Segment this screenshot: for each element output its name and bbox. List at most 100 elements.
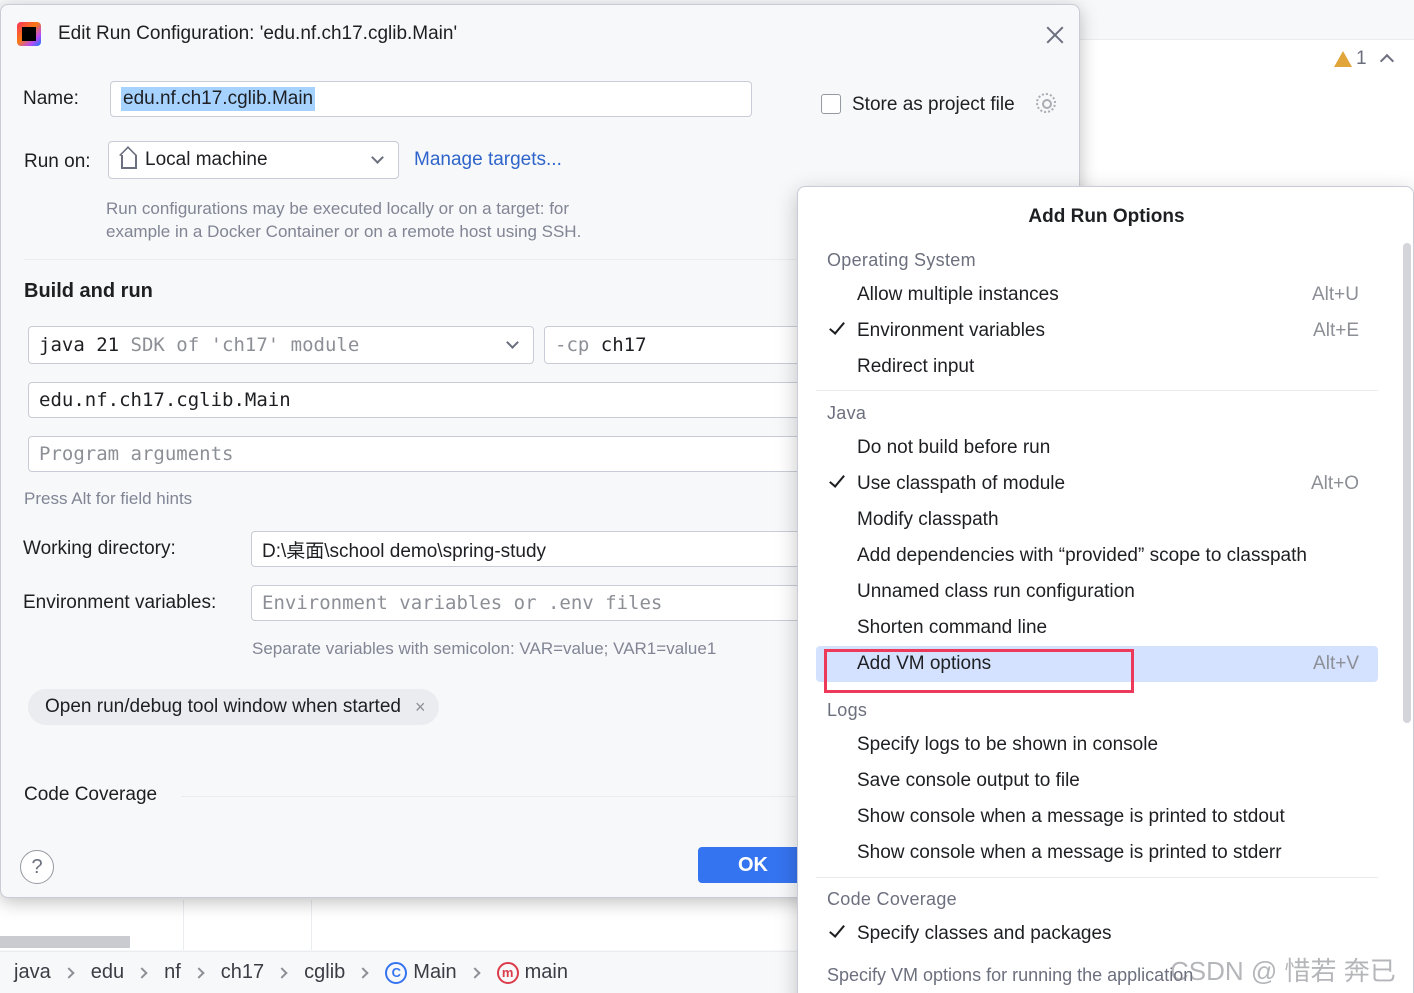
manage-targets-link[interactable]: Manage targets... [414,149,562,171]
run-on-value: Local machine [145,149,268,170]
working-directory-value: D:\桌面\school demo\spring-study [262,540,547,562]
option-shortcut: Alt+E [1313,320,1359,341]
jdk-select[interactable]: java 21 SDK of 'ch17' module [28,326,534,364]
breadcrumb-label: Main [413,961,457,983]
option-unnamed-class[interactable]: Unnamed class run configuration [816,574,1378,610]
chevron-right-icon [357,966,369,979]
jdk-value: java 21 [39,334,120,356]
name-label: Name: [23,88,79,109]
checkmark-icon [828,922,846,940]
run-on-hint-line1: Run configurations may be executed local… [106,199,570,218]
dialog-title-bar: Edit Run Configuration: 'edu.nf.ch17.cgl… [1,5,1079,63]
option-label: Do not build before run [857,437,1051,458]
watermark-text: CSDN @ 惜若 奔已 [1170,956,1396,986]
chevron-right-icon [193,966,205,979]
divider [816,877,1378,878]
option-allow-multiple-instances[interactable]: Allow multiple instances Alt+U [816,277,1378,313]
environment-variables-input[interactable]: Environment variables or .env files [251,585,851,621]
horizontal-scrollbar[interactable] [0,936,130,948]
divider [183,900,184,950]
option-do-not-build[interactable]: Do not build before run [816,430,1378,466]
breadcrumb-cglib[interactable]: cglib [304,961,345,984]
group-operating-system: Operating System [827,250,976,270]
breadcrumb-ch17[interactable]: ch17 [221,961,264,984]
add-run-options-popup: Add Run Options Operating System Allow m… [797,186,1414,993]
field-hints: Press Alt for field hints [24,489,193,508]
chevron-right-icon [276,966,288,979]
option-use-classpath-of-module[interactable]: Use classpath of module Alt+O [816,466,1378,502]
option-redirect-input[interactable]: Redirect input [816,349,1378,385]
chip-label: Open run/debug tool window when started [45,696,401,717]
option-environment-variables[interactable]: Environment variables Alt+E [816,313,1378,349]
annotation-highlight-box [824,649,1134,693]
run-on-hint-line2: example in a Docker Container or on a re… [106,222,582,241]
checkmark-icon [828,472,846,490]
dialog-title: Edit Run Configuration: 'edu.nf.ch17.cgl… [58,23,458,44]
method-icon: m [496,961,519,984]
run-on-label: Run on: [24,151,91,172]
group-logs: Logs [827,700,868,720]
build-and-run-heading: Build and run [24,280,153,302]
popup-scrollbar[interactable] [1403,243,1411,723]
name-value: edu.nf.ch17.cglib.Main [121,87,316,111]
jdk-suffix: SDK of 'ch17' module [130,334,360,356]
working-directory-input[interactable]: D:\桌面\school demo\spring-study [251,531,851,567]
class-icon: C [385,961,408,984]
option-specify-logs[interactable]: Specify logs to be shown in console [816,727,1378,763]
option-add-provided-dependencies[interactable]: Add dependencies with “provided” scope t… [816,538,1378,574]
breadcrumb-label: main [524,961,568,983]
help-button[interactable]: ? [20,850,54,884]
option-label: Unnamed class run configuration [857,581,1135,602]
chevron-right-icon [468,966,481,979]
option-shorten-command-line[interactable]: Shorten command line [816,610,1378,646]
main-class-input[interactable]: edu.nf.ch17.cglib.Main [28,382,848,418]
chevron-right-icon [63,966,75,979]
inspection-widget[interactable]: 1 [1334,48,1367,70]
breadcrumb-label: edu [90,961,125,983]
cp-prefix: -cp [555,334,590,356]
open-tool-window-chip[interactable]: Open run/debug tool window when started … [28,689,440,725]
warning-icon [1334,51,1352,67]
option-show-console-stderr[interactable]: Show console when a message is printed t… [816,835,1378,871]
close-icon[interactable]: × [415,697,426,718]
cp-value: ch17 [600,334,647,356]
close-icon[interactable] [1045,25,1065,45]
option-label: Specify classes and packages [857,923,1112,944]
divider [816,390,1378,391]
breadcrumb-java[interactable]: java [14,961,51,984]
option-label: Redirect input [857,356,975,377]
breadcrumb-label: cglib [304,961,346,983]
group-java: Java [827,403,867,423]
option-label: Show console when a message is printed t… [857,842,1282,863]
working-directory-label: Working directory: [23,538,176,559]
chevron-right-icon [136,966,148,979]
environment-variables-hint: Separate variables with semicolon: VAR=v… [252,639,717,658]
option-shortcut: Alt+U [1312,284,1359,305]
store-as-project-label[interactable]: Store as project file [852,94,1015,116]
name-input[interactable]: edu.nf.ch17.cglib.Main [110,81,752,117]
gear-icon[interactable] [1036,93,1056,113]
option-shortcut: Alt+V [1313,653,1359,674]
option-label: Use classpath of module [857,473,1066,494]
home-icon [121,155,137,169]
chevron-down-icon [506,336,519,349]
option-show-console-stdout[interactable]: Show console when a message is printed t… [816,799,1378,835]
option-label: Save console output to file [857,770,1080,791]
option-save-console-output[interactable]: Save console output to file [816,763,1378,799]
option-label: Add dependencies with “provided” scope t… [857,545,1307,566]
ok-button[interactable]: OK [698,847,808,883]
breadcrumb-label: nf [164,961,181,983]
option-label: Show console when a message is printed t… [857,806,1285,827]
option-specify-classes-packages[interactable]: Specify classes and packages [816,916,1378,952]
program-arguments-input[interactable]: Program arguments [28,436,848,472]
environment-variables-label: Environment variables: [23,592,217,613]
option-label: Shorten command line [857,617,1048,638]
breadcrumb-main-class[interactable]: C Main [385,961,457,984]
breadcrumb-main-method[interactable]: m main [496,961,568,984]
breadcrumb-nf[interactable]: nf [164,961,181,984]
option-description: Specify VM options for running the appli… [827,965,1194,985]
run-on-select[interactable]: Local machine [108,141,399,179]
breadcrumb-edu[interactable]: edu [91,961,124,984]
store-as-project-checkbox[interactable] [821,94,841,114]
option-modify-classpath[interactable]: Modify classpath [816,502,1378,538]
